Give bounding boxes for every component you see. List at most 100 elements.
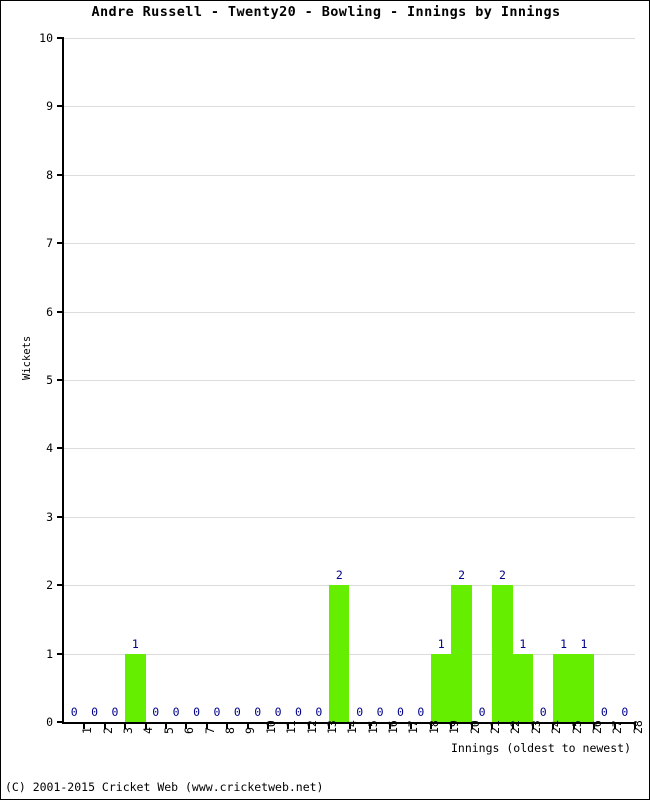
x-axis-tick-label: 17 <box>406 720 421 734</box>
bar-value-label: 0 <box>478 705 486 719</box>
bar-slot[interactable]: 0 <box>615 38 635 722</box>
footer-copyright: (C) 2001-2015 Cricket Web (www.cricketwe… <box>5 780 324 794</box>
plot-area: 0 1 2 3 4 5 6 7 8 9 10 000100000000020000120210110… <box>39 31 645 734</box>
x-axis-tick-label: 18 <box>426 720 441 734</box>
y-axis-tick <box>57 310 64 313</box>
bar-slot[interactable]: 1 <box>431 38 452 722</box>
bar-value-label: 1 <box>519 636 527 651</box>
x-axis-tick-label: 20 <box>467 720 482 734</box>
y-axis-tick <box>57 242 64 245</box>
x-axis-tick-label: 10 <box>263 720 278 734</box>
x-axis-tick-label: 19 <box>447 720 462 734</box>
x-axis-tick-label: 28 <box>630 720 645 734</box>
y-axis-tick-label: 3 <box>46 509 53 524</box>
chart-page: Andre Russell - Twenty20 - Bowling - Inn… <box>0 0 650 800</box>
y-axis-tick <box>57 105 64 108</box>
bar-slot[interactable]: 0 <box>350 38 370 722</box>
bar[interactable] <box>125 653 146 722</box>
x-axis-tick-label: 2 <box>100 727 115 734</box>
x-axis-tick-label: 24 <box>549 720 564 734</box>
bar-value-label: 1 <box>560 636 568 651</box>
bar-slot[interactable]: 2 <box>492 38 513 722</box>
x-axis-tick-label: 4 <box>141 727 156 734</box>
bar-slot[interactable]: 0 <box>594 38 614 722</box>
x-axis-tick-label: 23 <box>528 720 543 734</box>
x-axis-tick-label: 9 <box>243 727 258 734</box>
bar-slot[interactable]: 1 <box>553 38 574 722</box>
bar-value-label: 2 <box>498 568 506 583</box>
y-axis-tick <box>57 173 64 176</box>
bar-value-label: 0 <box>621 705 629 719</box>
y-axis-tick <box>57 652 64 655</box>
bar-value-label: 0 <box>152 705 160 719</box>
x-axis-tick-label: 8 <box>222 727 237 734</box>
bar-slot[interactable]: 0 <box>268 38 288 722</box>
x-axis-tick-label: 12 <box>304 720 319 734</box>
y-axis-tick-label: 6 <box>46 304 53 319</box>
bar-slot[interactable]: 0 <box>370 38 390 722</box>
y-axis-tick-label: 10 <box>39 31 53 45</box>
bar-value-label: 0 <box>295 705 302 719</box>
bar-value-label: 0 <box>274 705 282 719</box>
bar[interactable] <box>451 585 472 722</box>
bar-slot[interactable]: 1 <box>512 38 534 722</box>
x-axis-tick-label: 5 <box>161 727 176 734</box>
bar-slot[interactable]: 0 <box>146 38 166 722</box>
bar-slot[interactable]: 0 <box>533 38 553 722</box>
y-axis-tick <box>57 515 64 518</box>
bar-value-label: 0 <box>91 705 99 719</box>
bar-value-label: 0 <box>539 705 547 719</box>
bar-slot[interactable]: 0 <box>166 38 186 722</box>
bar[interactable] <box>553 653 574 722</box>
bar-value-label: 0 <box>111 705 119 719</box>
bar-value-label: 0 <box>193 705 200 719</box>
bar-value-label: 0 <box>213 705 221 719</box>
bar-value-label: 1 <box>131 636 139 651</box>
y-axis-tick-label: 7 <box>46 236 53 251</box>
bar-slot[interactable]: 0 <box>309 38 329 722</box>
bar[interactable] <box>431 653 452 722</box>
bar-value-label: 0 <box>315 705 323 719</box>
x-axis-tick-label: 26 <box>590 720 605 734</box>
bar-slot[interactable]: 0 <box>390 38 410 722</box>
bar[interactable] <box>573 653 595 722</box>
bar-value-label: 2 <box>335 568 343 583</box>
bar-slot[interactable]: 0 <box>207 38 227 722</box>
bar-value-label: 0 <box>172 705 180 719</box>
bar-slot[interactable]: 0 <box>227 38 247 722</box>
x-axis-tick-label: 6 <box>182 727 197 734</box>
bar[interactable] <box>329 585 350 722</box>
bar[interactable] <box>512 653 534 722</box>
x-axis-tick-label: 16 <box>386 720 401 734</box>
bar-slot[interactable]: 0 <box>472 38 492 722</box>
y-axis-tick <box>57 447 64 450</box>
y-axis-tick <box>57 584 64 587</box>
bar-slot[interactable]: 2 <box>451 38 472 722</box>
bar-slot[interactable]: 0 <box>186 38 206 722</box>
bar-slot[interactable]: 1 <box>125 38 146 722</box>
bar-slot[interactable]: 0 <box>288 38 308 722</box>
y-axis-tick <box>57 37 64 39</box>
bar-slot[interactable]: 0 <box>64 38 84 722</box>
y-axis-tick-label: 2 <box>46 578 53 593</box>
bar[interactable] <box>492 585 513 722</box>
bar-value-label: 0 <box>70 705 78 719</box>
x-axis-tick-label: 13 <box>324 720 339 734</box>
y-axis-tick <box>57 721 64 723</box>
bar-slot[interactable]: 0 <box>411 38 431 722</box>
bar-slot[interactable]: 2 <box>329 38 350 722</box>
bar-value-label: 1 <box>580 636 588 651</box>
page-title: Andre Russell - Twenty20 - Bowling - Inn… <box>91 4 561 20</box>
bar-value-label: 0 <box>356 705 364 719</box>
x-axis-tick-label: 25 <box>569 720 584 734</box>
x-axis-tick-label: 22 <box>508 720 523 734</box>
bar-series: 0001000000000200001202101100 <box>64 38 635 722</box>
bar-slot[interactable]: 0 <box>248 38 268 722</box>
bar-slot[interactable]: 0 <box>84 38 104 722</box>
y-axis-tick-label: 8 <box>46 167 53 182</box>
bar-value-label: 0 <box>233 705 241 719</box>
bar-slot[interactable]: 1 <box>573 38 595 722</box>
bar-value-label: 0 <box>417 705 425 719</box>
y-axis-tick-label: 9 <box>46 99 53 114</box>
bar-slot[interactable]: 0 <box>105 38 125 722</box>
